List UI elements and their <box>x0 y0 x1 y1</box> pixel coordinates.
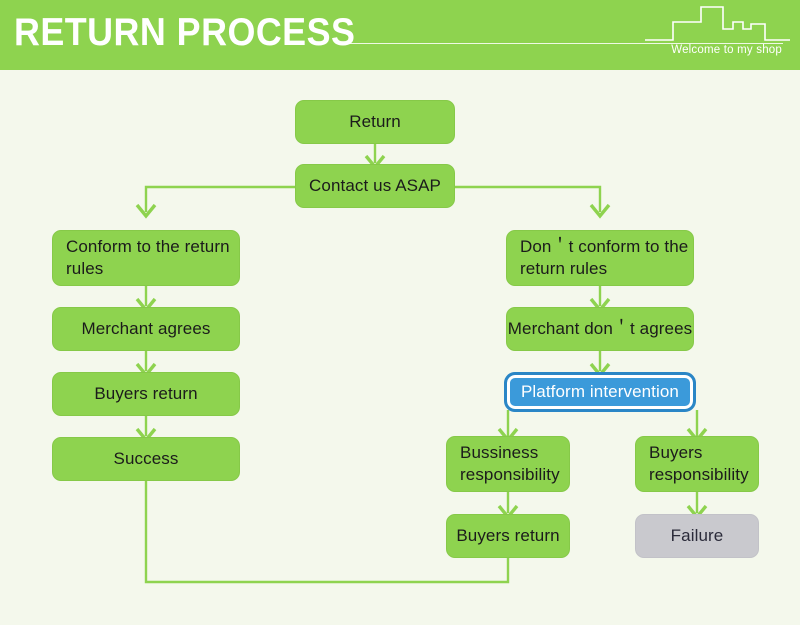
node-merchant-dont-agrees[interactable]: Merchant don＇t agrees <box>506 307 694 351</box>
node-dont-conform-to-return-rules[interactable]: Don＇t conform to the return rules <box>506 230 694 286</box>
node-buyers-responsibility[interactable]: Buyers responsibility <box>635 436 759 492</box>
node-buyers-return-right[interactable]: Buyers return <box>446 514 570 558</box>
node-label: Success <box>113 449 179 468</box>
node-label: Contact us ASAP <box>309 176 441 195</box>
node-label: Return <box>349 112 401 131</box>
page-title: RETURN PROCESS <box>14 11 356 54</box>
node-label: Don＇t conform to the return rules <box>520 237 689 278</box>
node-label: Buyers responsibility <box>649 443 749 484</box>
node-label: Platform intervention <box>520 382 679 401</box>
node-return[interactable]: Return <box>295 100 455 144</box>
node-label: Bussiness responsibility <box>460 443 560 484</box>
node-label: Conform to the return rules <box>66 237 230 278</box>
node-merchant-agrees[interactable]: Merchant agrees <box>52 307 240 351</box>
city-skyline-icon <box>645 6 790 41</box>
node-label: Buyers return <box>94 384 198 403</box>
node-label: Failure <box>670 526 724 545</box>
flowchart-canvas: Return Contact us ASAP Conform to the re… <box>0 70 800 625</box>
node-failure[interactable]: Failure <box>635 514 759 558</box>
node-platform-intervention[interactable]: Platform intervention <box>504 372 696 412</box>
node-label: Merchant don＇t agrees <box>507 319 693 338</box>
header-tagline: Welcome to my shop <box>671 44 782 56</box>
node-bussiness-responsibility[interactable]: Bussiness responsibility <box>446 436 570 492</box>
node-contact-us-asap[interactable]: Contact us ASAP <box>295 164 455 208</box>
node-label: Merchant agrees <box>81 319 211 338</box>
node-label: Buyers return <box>456 526 560 545</box>
node-success[interactable]: Success <box>52 437 240 481</box>
page-header: RETURN PROCESS Welcome to my shop <box>0 0 800 70</box>
node-buyers-return-left[interactable]: Buyers return <box>52 372 240 416</box>
node-conform-to-return-rules[interactable]: Conform to the return rules <box>52 230 240 286</box>
